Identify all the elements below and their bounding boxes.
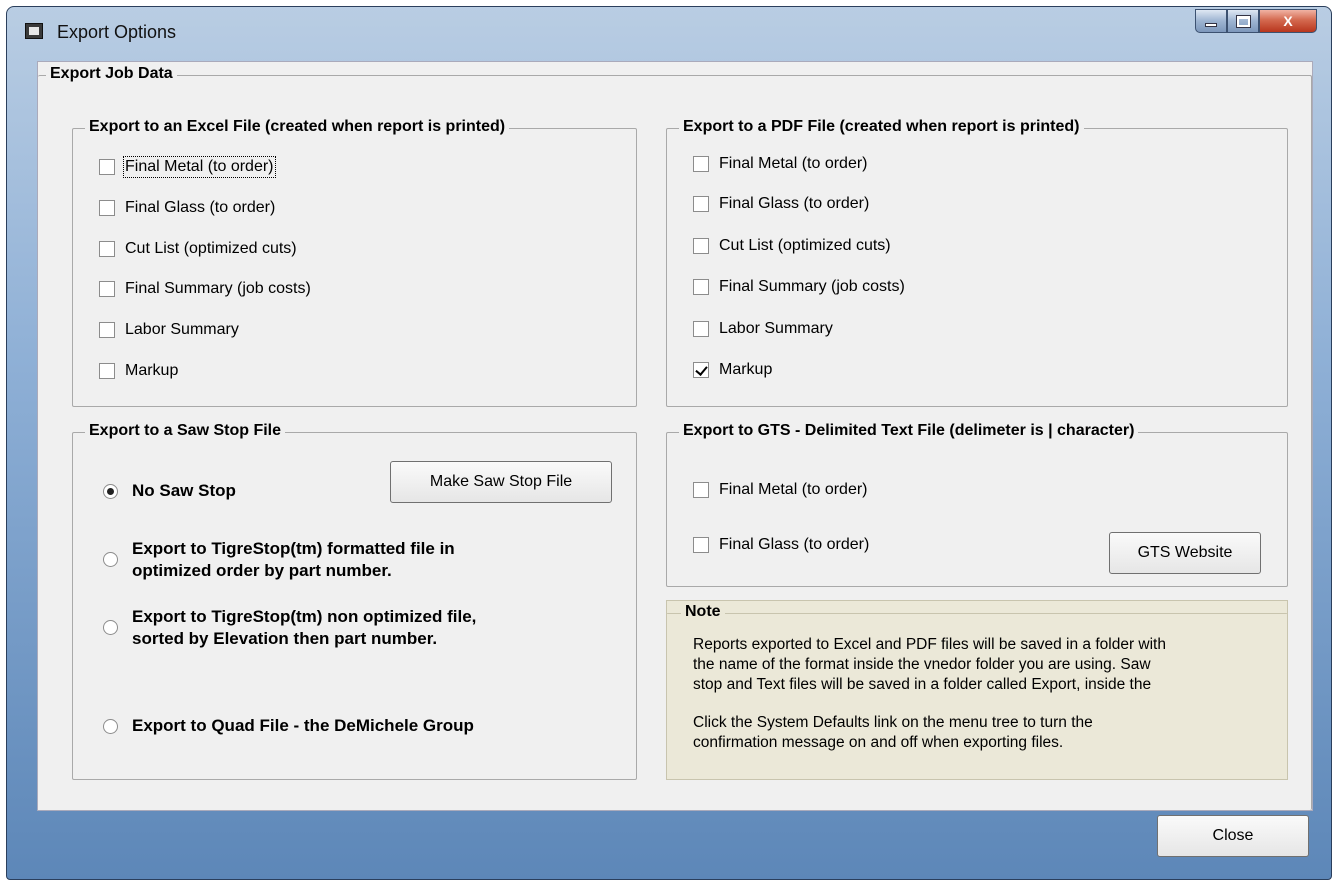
gts-final-metal-checkbox[interactable]: Final Metal (to order) — [693, 481, 868, 499]
radio-label: Export to Quad File - the DeMichele Grou… — [132, 715, 474, 737]
export-job-data-title: Export Job Data — [46, 65, 177, 83]
radio-label: Export to TigreStop(tm) formatted file i… — [132, 538, 455, 582]
excel-final-glass-checkbox[interactable]: Final Glass (to order) — [99, 199, 275, 217]
gts-export-group: Export to GTS - Delimited Text File (del… — [666, 422, 1288, 587]
checkbox-label: Final Summary (job costs) — [125, 280, 311, 297]
pdf-export-title: Export to a PDF File (created when repor… — [679, 118, 1084, 136]
close-button[interactable]: Close — [1157, 815, 1309, 857]
checkbox-label: Final Metal (to order) — [719, 481, 868, 498]
pdf-final-glass-checkbox[interactable]: Final Glass (to order) — [693, 195, 869, 213]
note-line: Reports exported to Excel and PDF files … — [693, 636, 1166, 653]
checkbox-box[interactable] — [99, 281, 115, 297]
checkbox-label: Final Summary (job costs) — [719, 278, 905, 295]
radio-label-line1: No Saw Stop — [132, 481, 236, 500]
note-line: stop and Text files will be saved in a f… — [693, 676, 1152, 693]
checkbox-box[interactable] — [99, 200, 115, 216]
note-title: Note — [681, 603, 725, 621]
radio-label-line1: Export to Quad File - the DeMichele Grou… — [132, 716, 474, 735]
excel-labor-summary-checkbox[interactable]: Labor Summary — [99, 321, 239, 339]
excel-final-summary-checkbox[interactable]: Final Summary (job costs) — [99, 280, 311, 298]
close-icon: X — [1283, 13, 1293, 29]
radio-button[interactable] — [103, 552, 118, 567]
close-window-button[interactable]: X — [1259, 9, 1317, 33]
radio-button[interactable] — [103, 484, 118, 499]
checkbox-label: Labor Summary — [125, 321, 239, 338]
checkbox-label: Labor Summary — [719, 320, 833, 337]
pdf-cut-list-checkbox[interactable]: Cut List (optimized cuts) — [693, 237, 891, 255]
minimize-button[interactable] — [1195, 9, 1227, 33]
pdf-labor-summary-checkbox[interactable]: Labor Summary — [693, 320, 833, 338]
window-app-icon — [25, 23, 43, 39]
note-panel: Note Reports exported to Excel and PDF f… — [666, 600, 1288, 780]
checkbox-label: Final Glass (to order) — [719, 536, 870, 553]
checkbox-box[interactable] — [693, 321, 709, 337]
pdf-export-group: Export to a PDF File (created when repor… — [666, 118, 1288, 407]
checkbox-label: Markup — [719, 361, 773, 378]
checkbox-box[interactable] — [693, 279, 709, 295]
radio-button[interactable] — [103, 719, 118, 734]
checkbox-label: Markup — [125, 362, 179, 379]
checkbox-label: Final Glass (to order) — [125, 199, 276, 216]
note-line: the name of the format inside the vnedor… — [693, 656, 1151, 673]
note-divider: Note — [667, 603, 1287, 621]
gts-final-glass-checkbox[interactable]: Final Glass (to order) — [693, 536, 869, 554]
checkbox-label: Final Metal (to order) — [123, 156, 276, 178]
radio-label-line2: sorted by Elevation then part number. — [132, 629, 438, 648]
checkbox-box[interactable] — [693, 156, 709, 172]
radio-quad-file[interactable]: Export to Quad File - the DeMichele Grou… — [103, 715, 474, 737]
radio-tigrestop-non-optimized[interactable]: Export to TigreStop(tm) non optimized fi… — [103, 606, 476, 650]
pdf-final-metal-checkbox[interactable]: Final Metal (to order) — [693, 155, 868, 173]
checkbox-box[interactable] — [99, 363, 115, 379]
maximize-button[interactable] — [1227, 9, 1259, 33]
excel-final-metal-checkbox[interactable]: Final Metal (to order) — [99, 156, 276, 178]
checkbox-label: Final Glass (to order) — [719, 195, 870, 212]
note-paragraph-1: Reports exported to Excel and PDF files … — [693, 635, 1166, 695]
checkbox-label: Final Metal (to order) — [719, 155, 868, 172]
title-bar[interactable]: Export Options X — [7, 7, 1331, 55]
checkbox-box[interactable] — [693, 238, 709, 254]
radio-label-line1: Export to TigreStop(tm) formatted file i… — [132, 539, 455, 558]
window-title: Export Options — [57, 22, 177, 42]
checkbox-box[interactable] — [99, 322, 115, 338]
pdf-final-summary-checkbox[interactable]: Final Summary (job costs) — [693, 278, 905, 296]
radio-no-saw-stop[interactable]: No Saw Stop — [103, 480, 236, 502]
saw-stop-group: Export to a Saw Stop File Make Saw Stop … — [72, 422, 637, 780]
maximize-icon — [1235, 14, 1251, 28]
excel-markup-checkbox[interactable]: Markup — [99, 362, 178, 380]
note-line: Click the System Defaults link on the me… — [693, 714, 1093, 731]
saw-stop-title: Export to a Saw Stop File — [85, 422, 286, 440]
checkbox-box[interactable] — [99, 159, 115, 175]
radio-label-line2: optimized order by part number. — [132, 561, 392, 580]
excel-cut-list-checkbox[interactable]: Cut List (optimized cuts) — [99, 240, 297, 258]
checkbox-label: Cut List (optimized cuts) — [125, 240, 297, 257]
pdf-markup-checkbox[interactable]: Markup — [693, 361, 772, 379]
checkbox-box[interactable] — [693, 196, 709, 212]
checkbox-label: Cut List (optimized cuts) — [719, 237, 891, 254]
minimize-icon — [1205, 23, 1217, 27]
checkbox-box[interactable] — [693, 482, 709, 498]
export-options-window: Export Options X Export Job Data Export … — [6, 6, 1332, 880]
checkbox-box[interactable] — [99, 241, 115, 257]
radio-label: Export to TigreStop(tm) non optimized fi… — [132, 606, 476, 650]
note-paragraph-2: Click the System Defaults link on the me… — [693, 713, 1093, 753]
radio-label-line1: Export to TigreStop(tm) non optimized fi… — [132, 607, 477, 626]
gts-website-button[interactable]: GTS Website — [1109, 532, 1261, 574]
excel-export-title: Export to an Excel File (created when re… — [85, 118, 510, 136]
checkbox-box[interactable] — [693, 362, 709, 378]
gts-export-title: Export to GTS - Delimited Text File (del… — [679, 422, 1139, 440]
excel-export-group: Export to an Excel File (created when re… — [72, 118, 637, 407]
make-saw-stop-file-button[interactable]: Make Saw Stop File — [390, 461, 612, 503]
checkbox-box[interactable] — [693, 537, 709, 553]
radio-tigrestop-optimized[interactable]: Export to TigreStop(tm) formatted file i… — [103, 538, 455, 582]
radio-label: No Saw Stop — [132, 480, 236, 502]
dialog-client-area: Export Job Data Export to an Excel File … — [37, 61, 1313, 811]
note-line: confirmation message on and off when exp… — [693, 734, 1064, 751]
radio-button[interactable] — [103, 620, 118, 635]
window-controls: X — [1195, 9, 1317, 33]
